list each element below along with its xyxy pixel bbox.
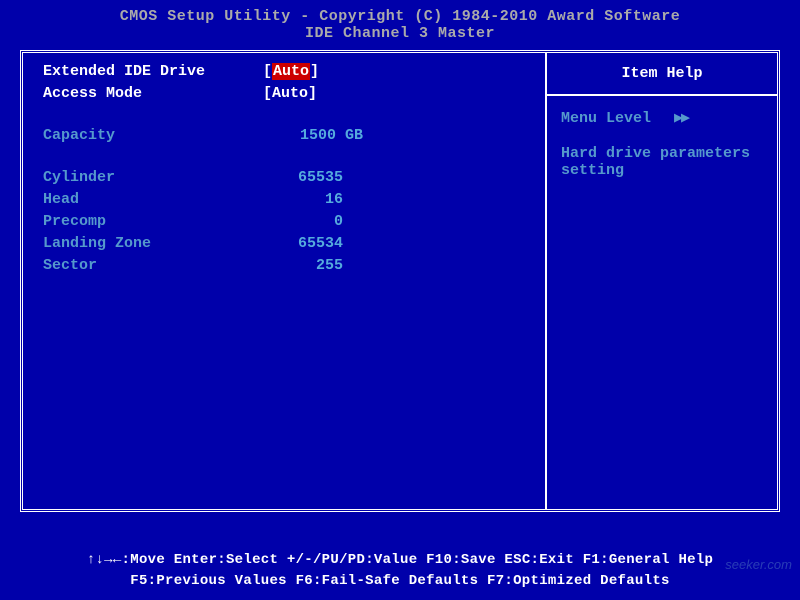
setting-sector: Sector 255 [43, 257, 525, 277]
setting-value: 65534 [263, 235, 343, 255]
setting-label: Sector [43, 257, 263, 277]
title-line-2: IDE Channel 3 Master [0, 25, 800, 42]
setting-value: [Auto] [263, 85, 317, 105]
help-title: Item Help [547, 53, 777, 96]
arrow-right-icon: ▶▶ [674, 110, 688, 127]
setting-label: Capacity [43, 127, 263, 147]
setting-label: Precomp [43, 213, 263, 233]
footer-line-2: F5:Previous Values F6:Fail-Safe Defaults… [0, 571, 800, 592]
footer-line-1: ↑↓→←:Move Enter:Select +/-/PU/PD:Value F… [0, 550, 800, 571]
title-line-1: CMOS Setup Utility - Copyright (C) 1984-… [0, 8, 800, 25]
help-description: Hard drive parameters setting [561, 145, 763, 179]
setting-value: 1500 GB [263, 127, 363, 147]
setting-label: Cylinder [43, 169, 263, 189]
menu-level-label: Menu Level [561, 110, 651, 127]
footer-keys: ↑↓→←:Move Enter:Select +/-/PU/PD:Value F… [0, 550, 800, 592]
setting-access-mode[interactable]: Access Mode [Auto] [43, 85, 525, 105]
setting-extended-ide-drive[interactable]: Extended IDE Drive [Auto] [43, 63, 525, 83]
setting-value: 16 [263, 191, 343, 211]
help-content: Menu Level ▶▶ Hard drive parameters sett… [547, 96, 777, 191]
setting-value: 0 [263, 213, 343, 233]
main-container: Extended IDE Drive [Auto] Access Mode [A… [20, 50, 780, 512]
bios-title: CMOS Setup Utility - Copyright (C) 1984-… [0, 0, 800, 46]
setting-value: [Auto] [263, 63, 319, 83]
setting-head: Head 16 [43, 191, 525, 211]
setting-value: 255 [263, 257, 343, 277]
setting-capacity: Capacity 1500 GB [43, 127, 525, 147]
setting-value: 65535 [263, 169, 343, 189]
setting-precomp: Precomp 0 [43, 213, 525, 233]
selected-value: Auto [272, 63, 310, 80]
setting-label: Landing Zone [43, 235, 263, 255]
setting-landing-zone: Landing Zone 65534 [43, 235, 525, 255]
setting-label: Access Mode [43, 85, 263, 105]
setting-label: Extended IDE Drive [43, 63, 263, 83]
menu-level: Menu Level ▶▶ [561, 108, 763, 127]
help-panel: Item Help Menu Level ▶▶ Hard drive param… [547, 53, 777, 509]
watermark: seeker.com [725, 557, 792, 572]
settings-panel: Extended IDE Drive [Auto] Access Mode [A… [23, 53, 547, 509]
setting-label: Head [43, 191, 263, 211]
setting-cylinder: Cylinder 65535 [43, 169, 525, 189]
